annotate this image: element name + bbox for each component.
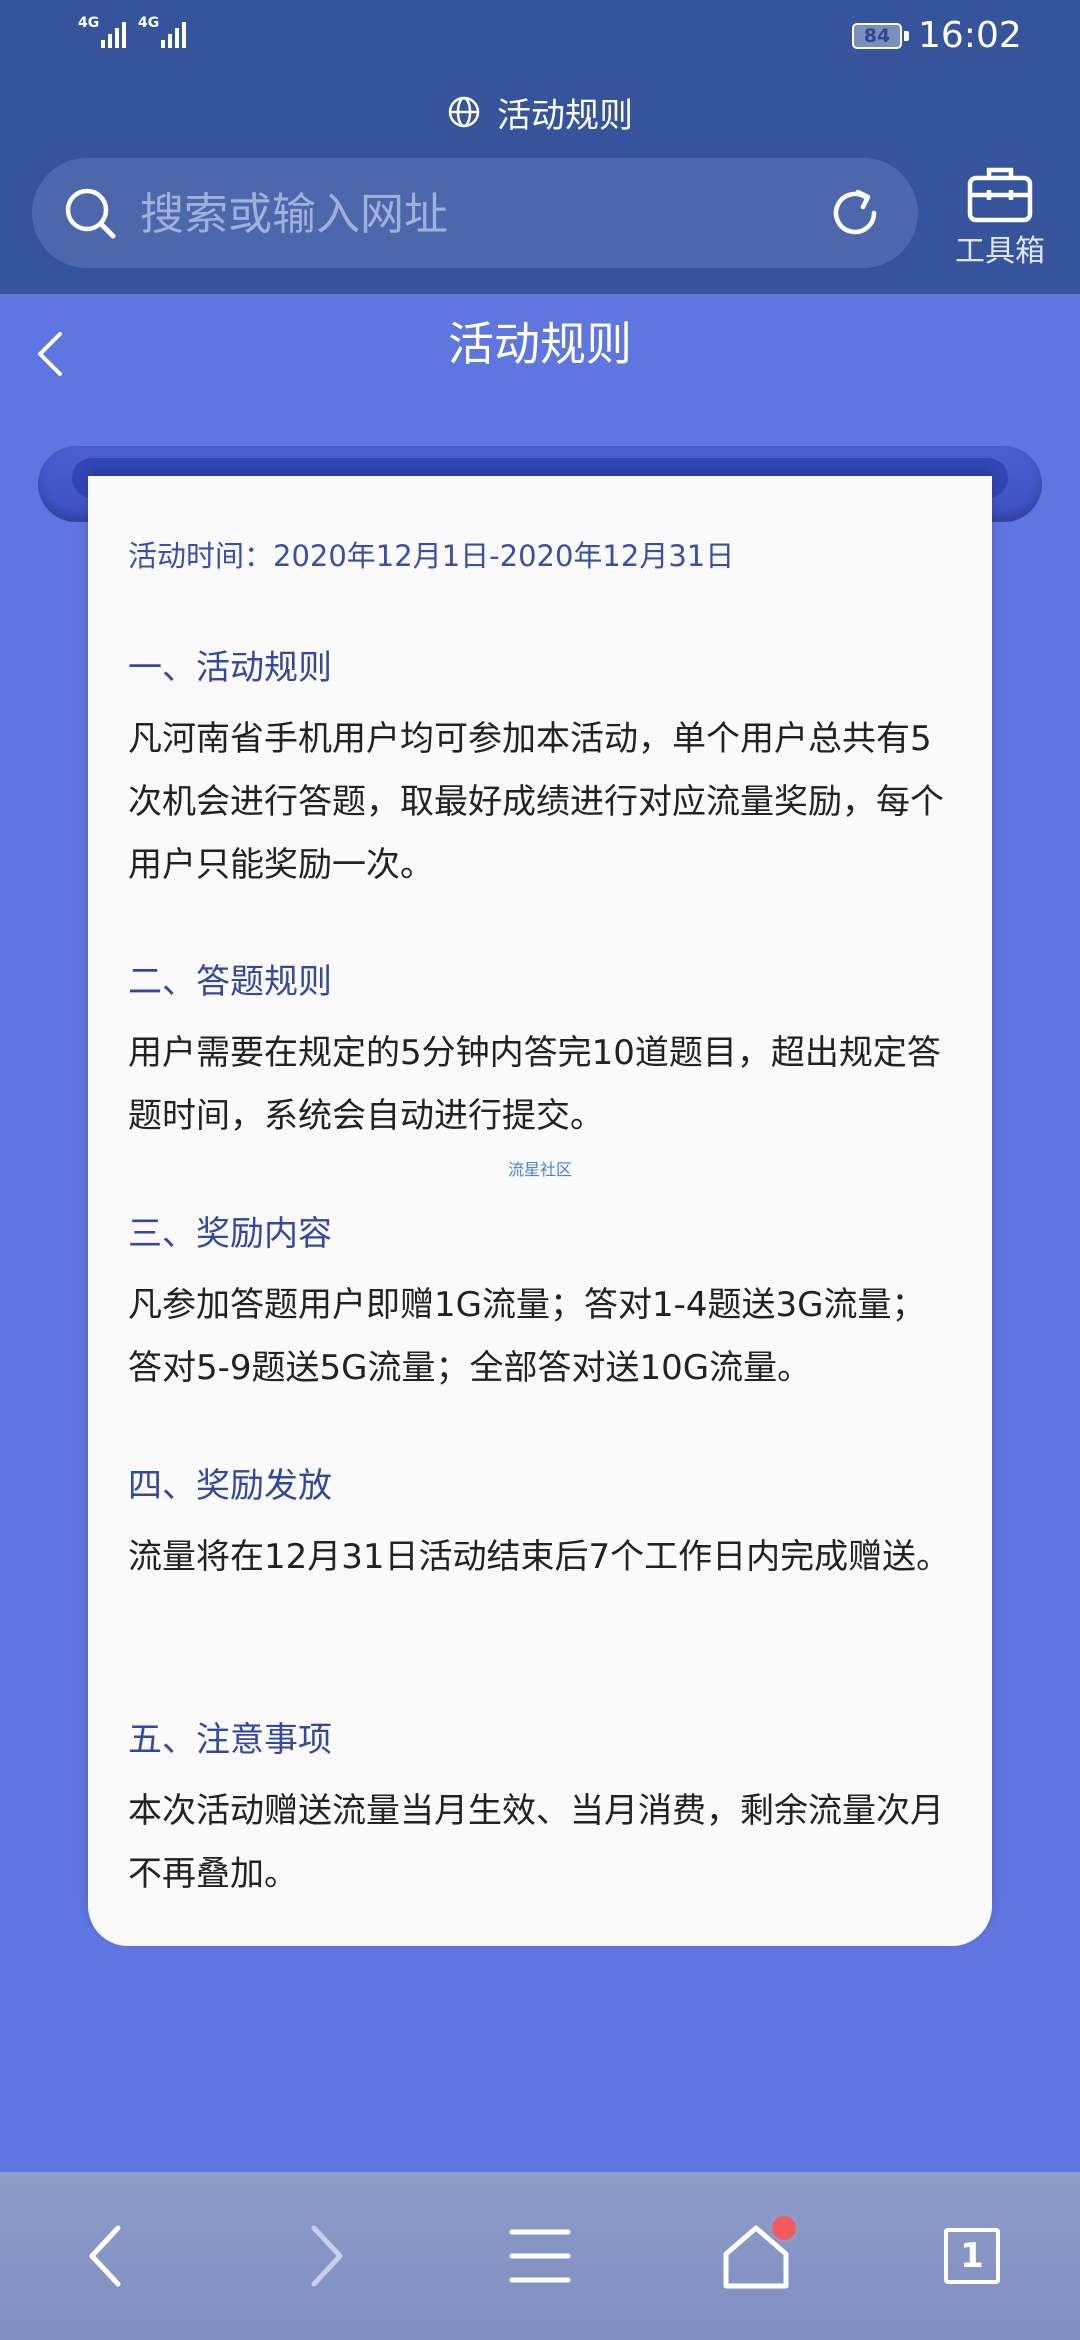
menu-icon xyxy=(509,2229,571,2283)
signal-sim2: 4G xyxy=(138,15,189,48)
page-header: 活动规则 xyxy=(0,294,1080,414)
browser-header: 活动规则 工具箱 xyxy=(0,72,1080,294)
rules-card: 活动时间：2020年12月1日-2020年12月31日 一、活动规则 凡河南省手… xyxy=(88,476,992,1946)
browser-page-title: 活动规则 xyxy=(497,95,633,136)
search-input[interactable] xyxy=(138,178,822,250)
status-time: 16:02 xyxy=(918,15,1022,56)
battery-icon: 84 xyxy=(852,23,902,49)
section-heading-notes: 五、注意事项 xyxy=(128,1720,332,1760)
network-type-label-1: 4G xyxy=(78,15,100,31)
section-heading-distribution: 四、奖励发放 xyxy=(128,1466,332,1506)
arrow-right-icon xyxy=(311,2225,343,2287)
section-heading-answer: 二、答题规则 xyxy=(128,962,332,1002)
watermark-text: 流星社区 xyxy=(507,1160,572,1179)
toolbox-label: 工具箱 xyxy=(955,234,1045,269)
arrow-left-icon xyxy=(89,2225,121,2287)
activity-time: 活动时间：2020年12月1日-2020年12月31日 xyxy=(128,539,735,573)
search-icon xyxy=(65,188,116,239)
nav-forward-button[interactable] xyxy=(274,2206,374,2306)
signal-sim1: 4G xyxy=(78,15,129,48)
signal-bars-icon xyxy=(161,18,189,48)
refresh-icon[interactable] xyxy=(826,184,884,242)
signal-bars-icon xyxy=(101,18,129,48)
globe-icon xyxy=(448,96,480,128)
bottom-nav-bar: 1 xyxy=(0,2172,1080,2340)
page-title: 活动规则 xyxy=(448,317,632,371)
network-type-label-2: 4G xyxy=(138,15,160,31)
battery-level: 84 xyxy=(863,25,891,47)
toolbox-icon xyxy=(967,167,1033,223)
section-heading-rules: 一、活动规则 xyxy=(128,648,332,688)
nav-tabs-button[interactable]: 1 xyxy=(922,2206,1022,2306)
status-bar: 4G 4G 84 16:02 xyxy=(0,0,1080,72)
nav-back-button[interactable] xyxy=(58,2206,158,2306)
section-body-distribution: 流量将在12月31日活动结束后7个工作日内完成赠送。 xyxy=(128,1537,951,1577)
nav-menu-button[interactable] xyxy=(490,2206,590,2306)
section-body-answer: 用户需要在规定的5分钟内答完10道题目，超出规定答题时间，系统会自动进行提交。 xyxy=(128,1033,941,1136)
browser-page-title-row: 活动规则 xyxy=(0,82,1080,142)
battery-cap xyxy=(904,31,909,41)
nav-home-button[interactable] xyxy=(706,2206,806,2306)
section-body-notes: 本次活动赠送流量当月生效、当月消费，剩余流量次月不再叠加。 xyxy=(128,1791,944,1894)
tab-count: 1 xyxy=(960,2236,984,2276)
search-bar[interactable] xyxy=(32,158,918,268)
notification-dot xyxy=(770,2214,798,2242)
toolbox-button[interactable]: 工具箱 xyxy=(940,162,1060,282)
section-body-reward: 凡参加答题用户即赠1G流量；答对1-4题送3G流量；答对5-9题送5G流量；全部… xyxy=(128,1285,926,1388)
section-body-rules: 凡河南省手机用户均可参加本活动，单个用户总共有5次机会进行答题，取最好成绩进行对… xyxy=(128,719,944,885)
tabs-icon: 1 xyxy=(944,2228,1000,2284)
section-heading-reward: 三、奖励内容 xyxy=(128,1214,332,1254)
